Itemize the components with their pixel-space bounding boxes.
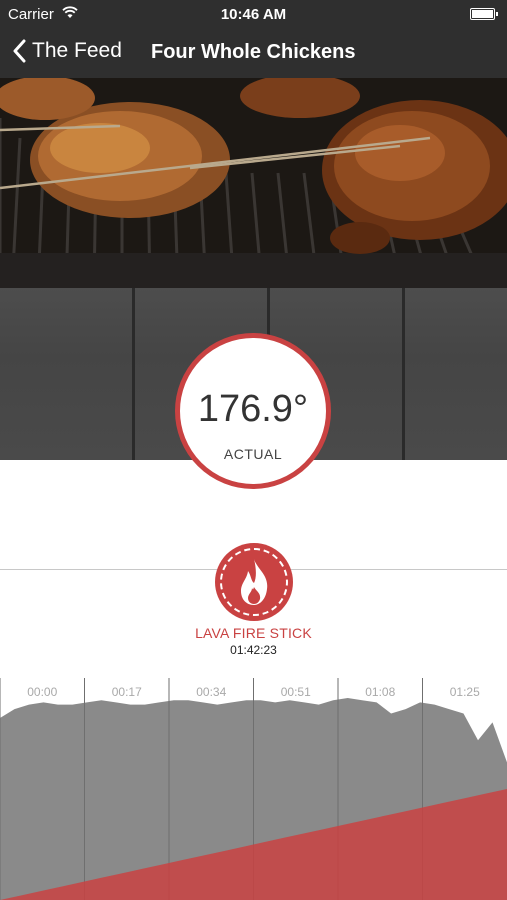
temperature-gauge: 176.9° ACTUAL [175,333,331,489]
actual-temperature-label: ACTUAL [223,446,283,462]
chevron-left-icon [13,39,26,63]
event-time: 01:42:23 [230,643,277,657]
event-name: LAVA FIRE STICK [195,625,312,641]
chicken-photo-illustration [0,78,507,288]
hero-photo [0,78,507,288]
x-tick-label: 00:17 [112,685,142,699]
back-button[interactable]: The Feed [12,39,122,63]
back-button-label: The Feed [32,39,122,62]
battery-icon [470,8,498,20]
x-tick-label: 00:34 [196,685,226,699]
actual-temperature: 176.9° [197,388,309,430]
x-tick-label: 00:51 [281,685,311,699]
x-tick-label: 01:08 [365,685,395,699]
event-badge[interactable] [215,543,293,621]
clock: 10:46 AM [220,6,287,23]
x-tick-label: 01:25 [450,685,480,699]
status-bar: Carrier 10:46 AM [0,0,507,28]
x-tick-label: 00:00 [27,685,57,699]
navigation-bar: The Feed Four Whole Chickens [0,28,507,78]
temperature-chart[interactable]: 00:00 00:17 00:34 00:51 01:08 01:25 [0,678,507,900]
flame-icon [241,559,268,605]
page-title: Four Whole Chickens [151,41,356,63]
